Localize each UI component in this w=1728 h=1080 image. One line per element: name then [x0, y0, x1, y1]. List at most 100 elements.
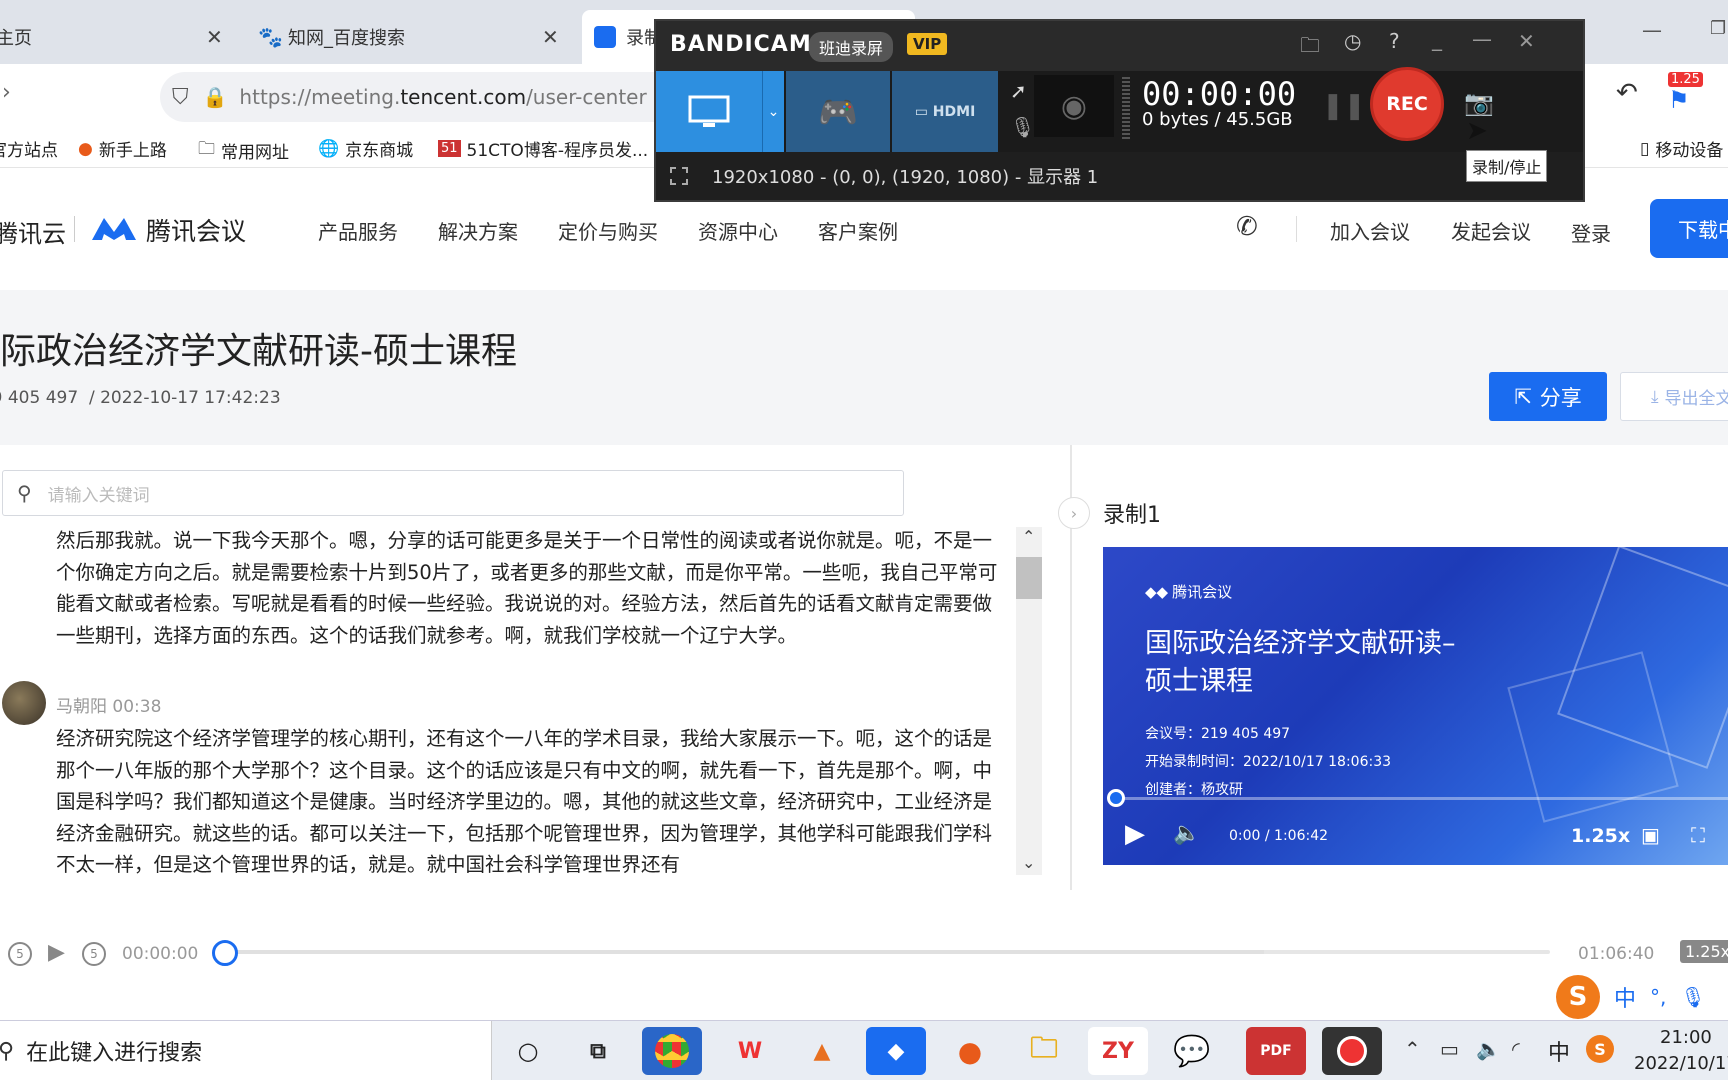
play-icon[interactable]: ▶ [1125, 819, 1145, 849]
pdf-editor-icon[interactable]: PDF [1246, 1027, 1306, 1075]
help-icon[interactable]: ? [1389, 29, 1400, 53]
speaker-icon[interactable]: 🔈 [1476, 1037, 1501, 1061]
pause-icon[interactable]: ❚❚ [1322, 91, 1366, 121]
join-meeting-link[interactable]: 加入会议 [1330, 216, 1410, 245]
bandicam-taskbar-icon[interactable] [1322, 1027, 1382, 1075]
share-button[interactable]: ⇱ 分享 [1489, 372, 1607, 421]
speed-button[interactable]: 1.25x [1571, 825, 1630, 847]
scrollbar-thumb[interactable] [1016, 557, 1042, 599]
video-player[interactable]: ◆◆ 腾讯会议 国际政治经济学文献研读– 硕士课程 会议号：219 405 497… [1103, 547, 1728, 865]
brand-cloud[interactable]: 腾讯云 [0, 214, 66, 249]
firefox-icon: ● [78, 138, 93, 159]
task-view-icon[interactable]: ⧉ [568, 1027, 628, 1075]
pip-icon[interactable]: ▣ [1641, 823, 1660, 847]
nav-resources[interactable]: 资源中心 [698, 216, 778, 245]
phone-icon[interactable]: ✆ [1236, 212, 1258, 242]
ime-punct[interactable]: °, [1650, 985, 1666, 1009]
globe-icon: 🌐 [318, 138, 340, 159]
video-creator: 创建者：杨攻研 [1145, 782, 1243, 798]
video-progress-track[interactable] [1117, 797, 1728, 800]
wps-icon[interactable]: W [720, 1027, 780, 1075]
region-icon[interactable] [670, 167, 688, 185]
rewind-5-button[interactable]: 5 [8, 942, 32, 966]
bookmark-51cto[interactable]: 51 51CTO博客-程序员发... [438, 136, 648, 161]
mic-icon[interactable]: 🎙 [1680, 985, 1705, 1009]
scroll-up-icon[interactable]: ⌃ [1022, 527, 1035, 546]
bookmark-newbie[interactable]: ● 新手上路 [78, 136, 167, 162]
matlab-icon[interactable]: ▲ [792, 1027, 852, 1075]
bookmark-official[interactable]: 官方站点 [0, 136, 58, 161]
url-input[interactable]: ⛉ 🔒 https://meeting.tencent.com/user-cen… [160, 72, 680, 122]
bookmark-mobile[interactable]: ▯ 移动设备 [1640, 136, 1723, 162]
rec-timer: 00:00:00 [1142, 75, 1297, 113]
nav-solutions[interactable]: 解决方案 [438, 216, 518, 245]
nav-cases[interactable]: 客户案例 [818, 216, 898, 245]
chrome-icon[interactable] [642, 1027, 702, 1075]
ime-lang[interactable]: 中 [1614, 981, 1636, 1013]
volume-icon[interactable]: 🔈 [1173, 821, 1200, 846]
bookmark-jd[interactable]: 🌐 京东商城 [318, 136, 413, 162]
audio-player-bar: 5 ▶ 5 00:00:00 01:06:40 1.25x S 中 °, 🎙 [0, 890, 1728, 1020]
minimize-icon[interactable]: — [1642, 18, 1662, 42]
cursor-icon[interactable]: ➚ [1010, 79, 1027, 103]
sogou-icon[interactable]: S [1556, 975, 1600, 1019]
speed-button[interactable]: 1.25x [1680, 940, 1728, 963]
ime-toolbar: S 中 °, 🎙 [1556, 974, 1728, 1020]
scrollbar[interactable]: ⌃ ⌄ [1016, 527, 1042, 875]
tab-home[interactable]: 主页 ✕ [0, 10, 240, 64]
video-progress-thumb[interactable] [1107, 789, 1125, 807]
close-icon[interactable]: ✕ [542, 25, 559, 49]
start-meeting-link[interactable]: 发起会议 [1451, 216, 1531, 245]
nav-products[interactable]: 产品服务 [318, 216, 398, 245]
collapse-arrow-icon[interactable]: › [1058, 497, 1090, 529]
file-explorer-icon[interactable]: 🗀 [1014, 1027, 1074, 1075]
wifi-icon[interactable]: ◜ [1512, 1037, 1520, 1061]
brand-meeting[interactable]: 腾讯会议 [146, 212, 246, 248]
undo-icon[interactable]: ↶ [1616, 78, 1638, 108]
game-mode-button[interactable]: 🎮 [786, 71, 890, 152]
sogou-icon[interactable]: S [1586, 1035, 1614, 1063]
fullscreen-icon[interactable]: ⛶ [1691, 823, 1705, 847]
close-icon[interactable]: ✕ [206, 25, 223, 49]
minimize-icon[interactable]: — [1472, 27, 1492, 51]
chevron-up-icon[interactable]: ⌃ [1404, 1037, 1421, 1061]
download-button[interactable]: 下载中心 [1650, 199, 1728, 258]
export-button[interactable]: ⤓ 导出全文 [1620, 372, 1728, 421]
forward-5-button[interactable]: 5 [82, 942, 106, 966]
mode-dropdown[interactable]: ⌄ [762, 71, 784, 152]
nav-pricing[interactable]: 定价与购买 [558, 216, 658, 245]
tab-baidu[interactable]: 🐾 知网_百度搜索 ✕ [240, 10, 570, 64]
vip-badge[interactable]: VIP [907, 33, 948, 55]
zy-icon[interactable]: ZY [1088, 1027, 1148, 1075]
battery-icon[interactable]: ▭ [1440, 1037, 1459, 1061]
restore-icon[interactable]: ❐ [1710, 18, 1726, 39]
progress-thumb[interactable] [212, 940, 238, 966]
tencent-meeting-icon[interactable]: ◆ [866, 1027, 926, 1075]
login-link[interactable]: 登录 [1571, 218, 1611, 247]
search-input[interactable]: ⚲ 请输入关键词 [2, 470, 904, 516]
flag-icon[interactable]: ⚑ [1668, 86, 1690, 114]
screen-mode-button[interactable] [656, 71, 762, 152]
close-icon[interactable]: ✕ [1518, 29, 1535, 53]
rec-button[interactable]: REC [1370, 67, 1444, 141]
taskbar-search[interactable]: ⚲ 在此键入进行搜索 [0, 1021, 492, 1080]
gamepad-icon: 🎮 [818, 92, 858, 131]
play-icon[interactable]: ▶ [48, 940, 65, 965]
webcam-button[interactable]: ◉ [1034, 75, 1114, 137]
ime-indicator[interactable]: 中 [1548, 1035, 1570, 1067]
cortana-icon[interactable]: ○ [498, 1027, 558, 1075]
folder-icon[interactable]: 🗀 [1300, 31, 1320, 65]
scroll-down-icon[interactable]: ⌄ [1022, 853, 1035, 872]
camera-icon[interactable]: 📷 [1464, 89, 1494, 117]
tencent-meeting-icon [594, 26, 616, 48]
clock-icon[interactable]: ◷ [1344, 29, 1361, 53]
chevron-down-icon: ⌄ [767, 103, 780, 120]
forward-icon[interactable]: › [2, 80, 11, 105]
progress-track[interactable] [226, 950, 1550, 954]
firefox-icon[interactable]: ● [940, 1027, 1000, 1075]
bookmark-common[interactable]: 🗀 常用网址 [198, 136, 289, 165]
mic-icon[interactable]: 🎙 [1010, 115, 1035, 139]
wechat-icon[interactable]: 💬 [1162, 1027, 1222, 1075]
hdmi-mode-button[interactable]: ▭ HDMI [892, 71, 998, 152]
collapse-icon[interactable]: _ [1432, 27, 1442, 51]
